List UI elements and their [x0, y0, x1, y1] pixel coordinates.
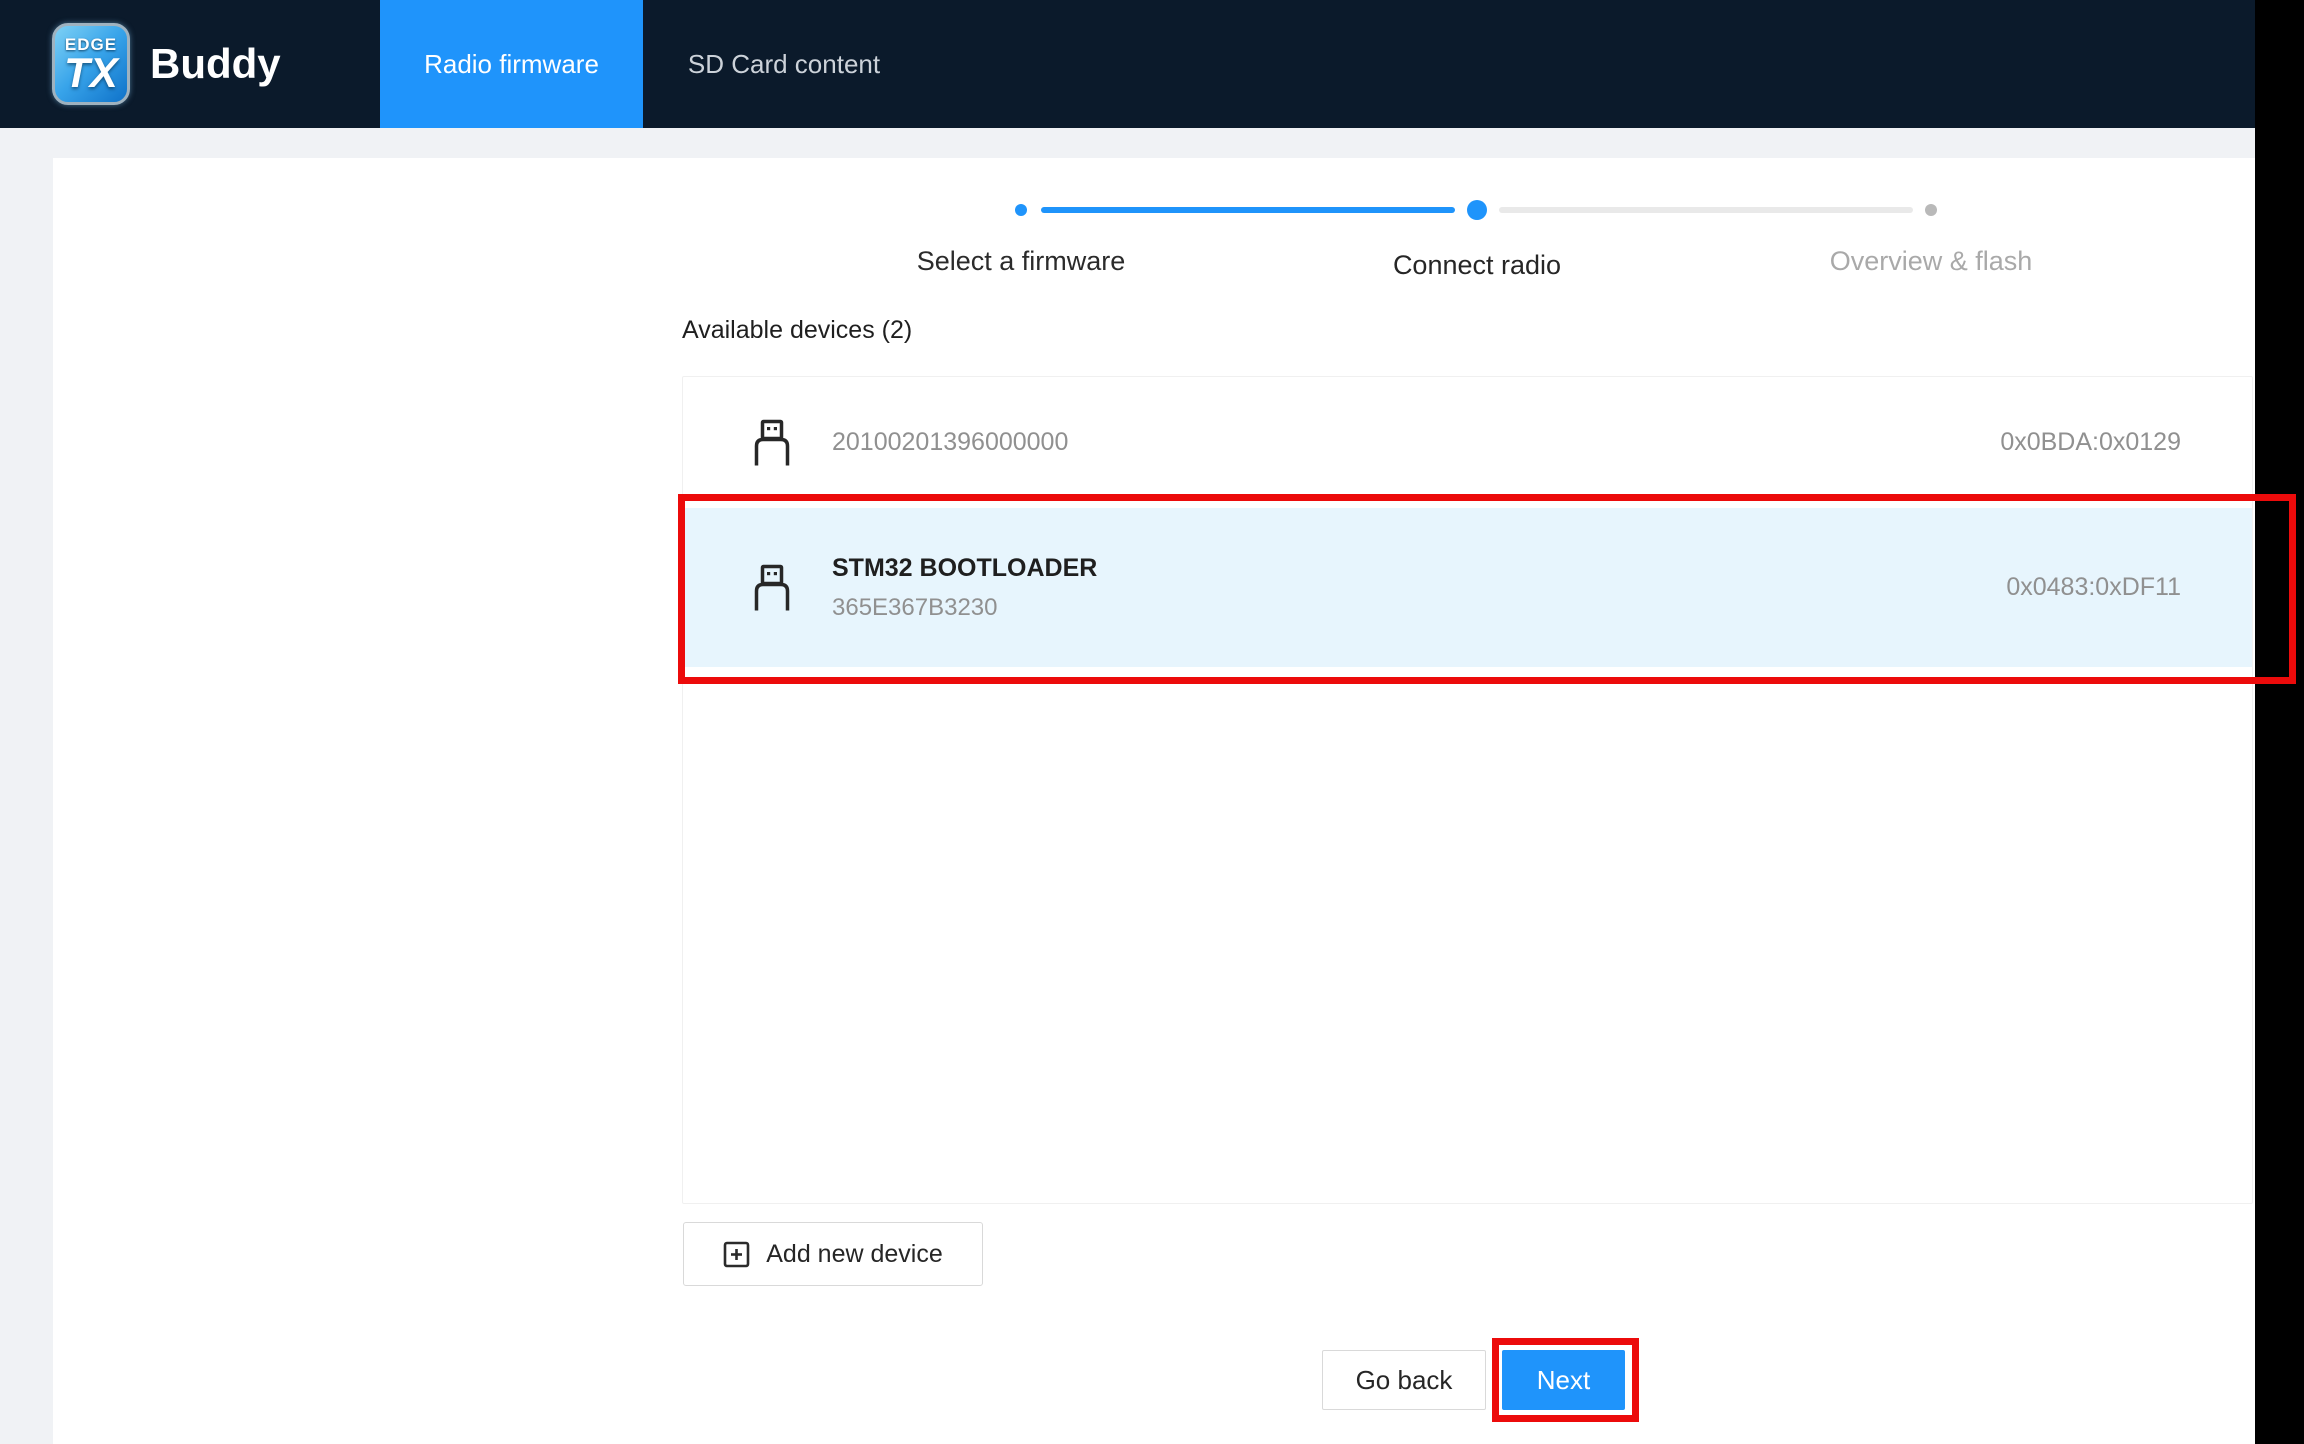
device-name: STM32 BOOTLOADER — [832, 554, 1097, 583]
app-title: Buddy — [150, 40, 281, 88]
device-vidpid: 0x0BDA:0x0129 — [2000, 428, 2181, 457]
step-dot-overview-flash — [1925, 204, 1937, 216]
step-dot-connect-radio — [1467, 200, 1487, 220]
tab-sd-card-content-label: SD Card content — [688, 49, 880, 80]
top-navbar: EDGE TX Buddy Radio firmware SD Card con… — [0, 0, 2255, 128]
usb-icon — [753, 564, 791, 612]
step-connector-done — [1041, 207, 1455, 213]
main-content-card: Select a firmware Connect radio Overview… — [53, 158, 2255, 1444]
step-connector-pending — [1499, 207, 1913, 213]
edgetx-logo: EDGE TX — [52, 23, 130, 105]
screenshot-black-edge — [2255, 0, 2304, 1444]
device-serial: 365E367B3230 — [832, 594, 1097, 622]
available-devices-heading: Available devices (2) — [682, 316, 912, 345]
device-vidpid: 0x0483:0xDF11 — [2006, 573, 2181, 602]
tab-sd-card-content[interactable]: SD Card content — [643, 0, 925, 128]
device-row-stm32-bootloader[interactable]: STM32 BOOTLOADER 365E367B3230 0x0483:0xD… — [683, 508, 2252, 667]
step-label-select-firmware: Select a firmware — [811, 246, 1231, 277]
go-back-button[interactable]: Go back — [1322, 1350, 1486, 1410]
tab-radio-firmware[interactable]: Radio firmware — [380, 0, 643, 128]
plus-square-icon — [723, 1241, 750, 1268]
logo-tx-text: TX — [64, 53, 118, 93]
next-label: Next — [1537, 1365, 1590, 1396]
add-new-device-label: Add new device — [766, 1240, 943, 1269]
add-new-device-button[interactable]: Add new device — [683, 1222, 983, 1286]
usb-icon — [753, 419, 791, 467]
step-label-connect-radio: Connect radio — [1267, 250, 1687, 281]
step-dot-select-firmware — [1015, 204, 1027, 216]
tab-radio-firmware-label: Radio firmware — [424, 49, 599, 80]
device-list: 20100201396000000 0x0BDA:0x0129 STM32 BO… — [682, 376, 2253, 1204]
device-row-20100201396000000[interactable]: 20100201396000000 0x0BDA:0x0129 — [683, 377, 2252, 508]
device-name: 20100201396000000 — [832, 428, 1068, 457]
go-back-label: Go back — [1356, 1365, 1453, 1396]
next-button[interactable]: Next — [1502, 1350, 1625, 1410]
step-label-overview-flash: Overview & flash — [1721, 246, 2141, 277]
